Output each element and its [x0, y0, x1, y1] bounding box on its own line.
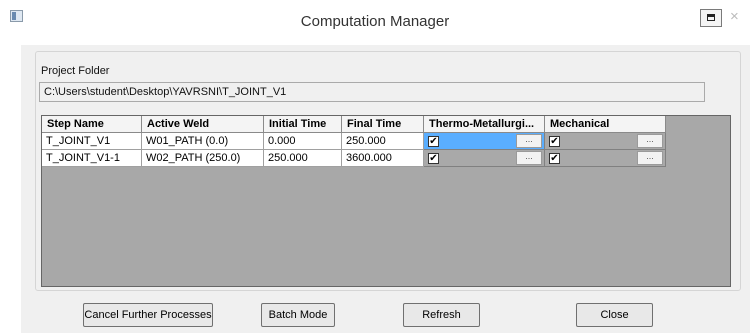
cell-final-time[interactable]: 3600.000	[342, 150, 424, 167]
cell-active-weld[interactable]: W01_PATH (0.0)	[142, 133, 264, 150]
column-header-initial-time[interactable]: Initial Time	[264, 116, 342, 133]
mechanical-options-button[interactable]: ...	[637, 134, 663, 148]
mechanical-checkbox[interactable]: ✔	[549, 153, 560, 164]
close-button[interactable]: Close	[576, 303, 653, 327]
close-icon[interactable]: ×	[730, 8, 750, 28]
window-title: Computation Manager	[300, 13, 450, 30]
refresh-button[interactable]: Refresh	[403, 303, 480, 327]
thermo-checkbox[interactable]: ✔	[428, 153, 439, 164]
dialog-body: Project Folder C:\Users\student\Desktop\…	[21, 45, 750, 333]
cell-thermo[interactable]: ✔ ...	[424, 133, 545, 150]
thermo-options-button[interactable]: ...	[516, 134, 542, 148]
column-header-mechanical[interactable]: Mechanical	[545, 116, 666, 133]
column-header-step-name[interactable]: Step Name	[42, 116, 142, 133]
title-bar: Computation Manager ×	[0, 0, 750, 45]
project-folder-label: Project Folder	[41, 65, 110, 77]
steps-grid[interactable]: Step Name Active Weld Initial Time Final…	[41, 115, 731, 287]
mechanical-checkbox[interactable]: ✔	[549, 136, 560, 147]
cell-step-name[interactable]: T_JOINT_V1	[42, 133, 142, 150]
cell-mechanical[interactable]: ✔ ...	[545, 150, 666, 167]
restore-button[interactable]	[700, 9, 722, 27]
thermo-options-button[interactable]: ...	[516, 151, 542, 165]
cell-active-weld[interactable]: W02_PATH (250.0)	[142, 150, 264, 167]
cell-step-name[interactable]: T_JOINT_V1-1	[42, 150, 142, 167]
cell-mechanical[interactable]: ✔ ...	[545, 133, 666, 150]
cell-final-time[interactable]: 250.000	[342, 133, 424, 150]
thermo-checkbox[interactable]: ✔	[428, 136, 439, 147]
project-folder-field[interactable]: C:\Users\student\Desktop\YAVRSNI\T_JOINT…	[39, 82, 705, 102]
mechanical-options-button[interactable]: ...	[637, 151, 663, 165]
cell-initial-time[interactable]: 250.000	[264, 150, 342, 167]
cell-thermo[interactable]: ✔ ...	[424, 150, 545, 167]
cell-initial-time[interactable]: 0.000	[264, 133, 342, 150]
column-header-final-time[interactable]: Final Time	[342, 116, 424, 133]
cancel-further-processes-button[interactable]: Cancel Further Processes	[83, 303, 213, 327]
batch-mode-button[interactable]: Batch Mode	[261, 303, 335, 327]
column-header-thermo[interactable]: Thermo-Metallurgi...	[424, 116, 545, 133]
column-header-active-weld[interactable]: Active Weld	[142, 116, 264, 133]
